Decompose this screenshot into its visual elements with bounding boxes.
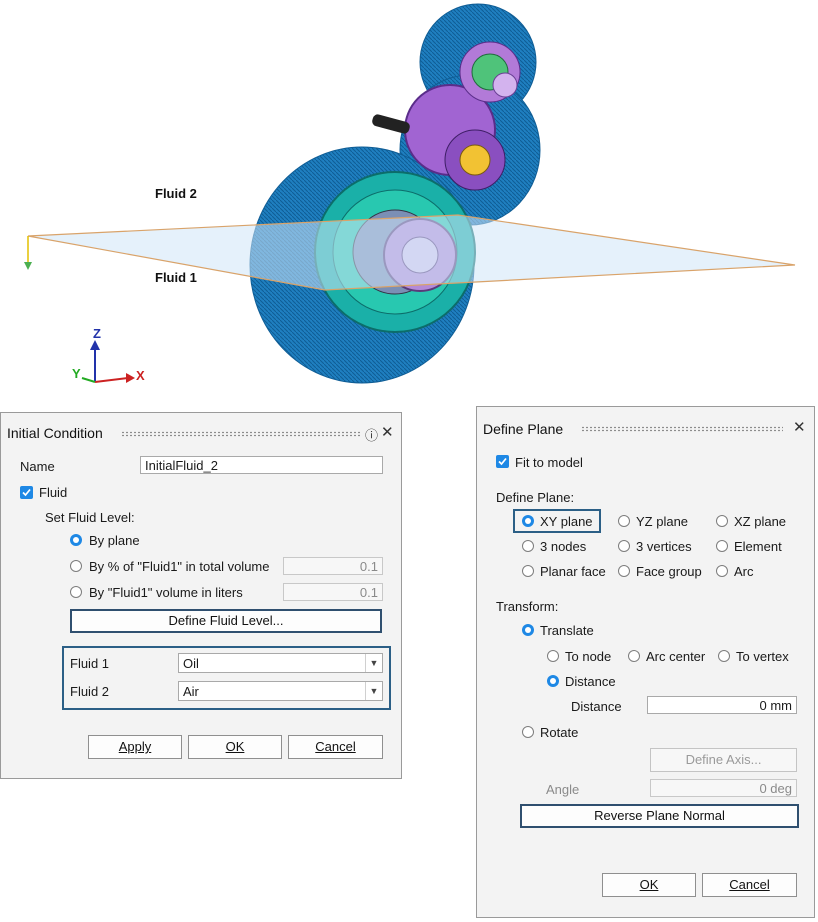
to-vertex-label: To vertex xyxy=(736,649,789,664)
help-icon[interactable]: ⓘ xyxy=(365,425,378,444)
chevron-down-icon: ▼ xyxy=(365,654,382,672)
name-label: Name xyxy=(20,459,55,474)
arc-radio[interactable] xyxy=(716,565,728,577)
rotate-label: Rotate xyxy=(540,725,579,740)
by-volume-radio[interactable] xyxy=(70,586,82,598)
axis-z-label: Z xyxy=(93,326,101,341)
axis-y-label: Y xyxy=(72,366,81,381)
by-volume-input[interactable]: 0.1 xyxy=(283,583,383,601)
define-axis-button[interactable]: Define Axis... xyxy=(650,748,797,772)
fluid-2-value: Air xyxy=(183,684,199,699)
angle-input[interactable]: 0 deg xyxy=(650,779,797,797)
angle-label: Angle xyxy=(546,782,580,797)
xz-plane-radio[interactable] xyxy=(716,515,728,527)
ok-button-label: OK xyxy=(639,877,659,892)
define-plane-dialog: Define Plane ✕ Fit to model Define Plane… xyxy=(476,406,815,918)
define-plane-label: Define Plane: xyxy=(496,490,575,505)
translate-label: Translate xyxy=(540,623,594,638)
distance-field-label: Distance xyxy=(571,699,622,714)
dialog-title: Initial Condition xyxy=(7,425,103,441)
fluid-checkbox-label: Fluid xyxy=(39,485,68,500)
planar-face-label: Planar face xyxy=(540,564,606,579)
by-percent-label: By % of "Fluid1" in total volume xyxy=(89,559,270,574)
fluid-1-dropdown[interactable]: Oil ▼ xyxy=(178,653,383,673)
yz-plane-label: YZ plane xyxy=(636,514,689,529)
to-node-radio[interactable] xyxy=(547,650,559,662)
close-icon[interactable]: ✕ xyxy=(381,423,394,441)
three-nodes-radio[interactable] xyxy=(522,540,534,552)
planar-face-radio[interactable] xyxy=(522,565,534,577)
drag-grip[interactable] xyxy=(581,426,783,432)
fluid-checkbox[interactable] xyxy=(20,486,33,499)
cancel-button[interactable]: Cancel xyxy=(702,873,797,897)
apply-button-label: Apply xyxy=(118,739,152,754)
model-viewport[interactable]: Fluid 2 Fluid 1 Z Y X xyxy=(0,0,818,400)
dialog-title: Define Plane xyxy=(483,421,564,437)
close-icon[interactable]: ✕ xyxy=(793,418,806,436)
set-fluid-level-label: Set Fluid Level: xyxy=(45,510,135,525)
apply-button[interactable]: Apply xyxy=(88,735,182,759)
xy-plane-label: XY plane xyxy=(540,514,593,529)
fluid-1-value: Oil xyxy=(183,656,199,671)
xy-plane-radio[interactable] xyxy=(522,515,534,527)
face-group-label: Face group xyxy=(636,564,702,579)
yz-plane-radio[interactable] xyxy=(618,515,630,527)
to-vertex-radio[interactable] xyxy=(718,650,730,662)
to-node-label: To node xyxy=(565,649,612,664)
xz-plane-label: XZ plane xyxy=(734,514,787,529)
element-label: Element xyxy=(734,539,782,554)
ok-button[interactable]: OK xyxy=(602,873,696,897)
face-group-radio[interactable] xyxy=(618,565,630,577)
fluid-2-dropdown[interactable]: Air ▼ xyxy=(178,681,383,701)
check-icon xyxy=(498,457,507,466)
gearbox-model-render xyxy=(24,3,796,384)
element-radio[interactable] xyxy=(716,540,728,552)
drag-grip[interactable] xyxy=(121,431,361,437)
distance-option-label: Distance xyxy=(565,674,616,689)
fluid-1-label: Fluid 1 xyxy=(155,270,197,285)
axis-x-label: X xyxy=(136,368,145,383)
chevron-down-icon: ▼ xyxy=(365,682,382,700)
by-percent-input[interactable]: 0.1 xyxy=(283,557,383,575)
by-plane-radio[interactable] xyxy=(70,534,82,546)
arc-label: Arc xyxy=(734,564,754,579)
define-fluid-level-button[interactable]: Define Fluid Level... xyxy=(70,609,382,633)
ok-button[interactable]: OK xyxy=(188,735,282,759)
cancel-button-label: Cancel xyxy=(729,877,770,892)
reverse-plane-normal-button[interactable]: Reverse Plane Normal xyxy=(520,804,799,828)
three-nodes-label: 3 nodes xyxy=(540,539,587,554)
name-input[interactable]: InitialFluid_2 xyxy=(140,456,383,474)
three-vertices-label: 3 vertices xyxy=(636,539,692,554)
ok-button-label: OK xyxy=(225,739,245,754)
distance-input[interactable]: 0 mm xyxy=(647,696,797,714)
cancel-button[interactable]: Cancel xyxy=(288,735,383,759)
cancel-button-label: Cancel xyxy=(315,739,356,754)
arc-center-label: Arc center xyxy=(646,649,706,664)
fit-to-model-checkbox[interactable] xyxy=(496,455,509,468)
by-percent-radio[interactable] xyxy=(70,560,82,572)
fluid-2-label: Fluid 2 xyxy=(155,186,197,201)
arc-center-radio[interactable] xyxy=(628,650,640,662)
initial-condition-dialog: Initial Condition ⓘ ✕ Name InitialFluid_… xyxy=(0,412,402,779)
fit-to-model-label: Fit to model xyxy=(515,455,583,470)
check-icon xyxy=(22,488,31,497)
transform-label: Transform: xyxy=(496,599,559,614)
rotate-radio[interactable] xyxy=(522,726,534,738)
by-volume-label: By "Fluid1" volume in liters xyxy=(89,585,243,600)
translate-radio[interactable] xyxy=(522,624,534,636)
by-plane-label: By plane xyxy=(89,533,140,548)
distance-radio[interactable] xyxy=(547,675,559,687)
fluid-1-label: Fluid 1 xyxy=(70,656,110,671)
fluid-2-label: Fluid 2 xyxy=(70,684,110,699)
three-vertices-radio[interactable] xyxy=(618,540,630,552)
